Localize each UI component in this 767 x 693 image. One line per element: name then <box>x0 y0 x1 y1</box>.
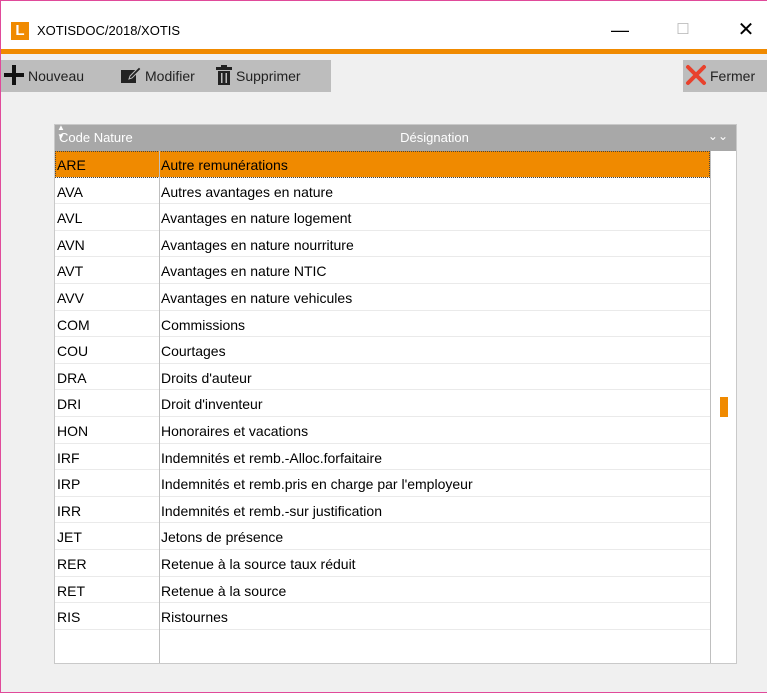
delete-button[interactable]: Supprimer <box>213 60 331 92</box>
cell-designation: Autre remunérations <box>161 157 288 173</box>
delete-button-label: Supprimer <box>236 68 301 84</box>
window-title: XOTISDOC/2018/XOTIS <box>37 23 181 38</box>
table-row[interactable]: COM Commissions <box>55 311 710 338</box>
table-row[interactable]: JET Jetons de présence <box>55 523 710 550</box>
cell-designation: Retenue à la source taux réduit <box>161 555 356 572</box>
cell-code: DRI <box>57 396 82 413</box>
toolbar: Nouveau Modifier Supprimer Fermer <box>1 54 767 98</box>
new-button[interactable]: Nouveau <box>1 60 118 92</box>
cell-code: AVA <box>57 183 83 200</box>
vertical-scrollbar[interactable] <box>710 151 736 663</box>
table-row[interactable]: IRF Indemnités et remb.-Alloc.forfaitaire <box>55 444 710 471</box>
cell-code: JET <box>57 529 82 546</box>
grid-rows: ARE Autre remunérations AVA Autres avantage… <box>55 151 710 630</box>
table-row[interactable]: RET Retenue à la source <box>55 577 710 604</box>
cell-code: HON <box>57 422 89 439</box>
plus-icon <box>3 64 25 89</box>
cell-code: COU <box>57 343 89 360</box>
table-row[interactable]: AVV Avantages en nature vehicules <box>55 284 710 311</box>
table-row[interactable]: ARE Autre remunérations <box>55 151 710 178</box>
cell-code: ARE <box>57 157 86 173</box>
cell-code: RET <box>57 582 85 599</box>
cell-designation: Avantages en nature NTIC <box>161 263 327 280</box>
cell-designation: Indemnités et remb.pris en charge par l'… <box>161 476 473 493</box>
cell-designation: Avantages en nature logement <box>161 210 352 227</box>
column-divider <box>159 151 160 663</box>
cell-code: IRF <box>57 449 80 466</box>
table-row[interactable]: COU Courtages <box>55 337 710 364</box>
expand-icon[interactable]: ⌄⌄ <box>708 129 728 143</box>
scrollbar-thumb[interactable] <box>720 397 728 417</box>
column-header-code[interactable]: Code Nature <box>59 130 133 145</box>
cell-code: AVN <box>57 236 85 253</box>
close-x-icon <box>685 64 707 89</box>
cell-designation: Commissions <box>161 316 246 333</box>
table-row[interactable]: RER Retenue à la source taux réduit <box>55 550 710 577</box>
table-row[interactable]: AVL Avantages en nature logement <box>55 204 710 231</box>
table-row[interactable]: AVA Autres avantages en nature <box>55 178 710 205</box>
table-row[interactable]: DRI Droit d'inventeur <box>55 390 710 417</box>
close-button[interactable]: Fermer <box>683 60 767 92</box>
modify-button-label: Modifier <box>145 68 195 84</box>
close-button-label: Fermer <box>710 68 756 84</box>
new-button-label: Nouveau <box>28 68 85 84</box>
table-row[interactable]: AVT Avantages en nature NTIC <box>55 257 710 284</box>
cell-designation: Ristournes <box>161 609 228 626</box>
cell-designation: Indemnités et remb.-Alloc.forfaitaire <box>161 449 382 466</box>
table-row[interactable]: HON Honoraires et vacations <box>55 417 710 444</box>
modify-button[interactable]: Modifier <box>118 60 213 92</box>
cell-designation: Droits d'auteur <box>161 369 252 386</box>
cell-designation: Retenue à la source <box>161 582 287 599</box>
cell-designation: Honoraires et vacations <box>161 422 309 439</box>
close-window-button[interactable]: ✕ <box>723 15 767 45</box>
cell-designation: Autres avantages en nature <box>161 183 334 200</box>
cell-code: DRA <box>57 369 87 386</box>
cell-code: AVV <box>57 289 84 306</box>
trash-icon <box>215 64 233 89</box>
app-logo-icon: L <box>11 22 29 40</box>
cell-code: IRR <box>57 502 82 519</box>
cell-code: COM <box>57 316 90 333</box>
table-row[interactable]: IRP Indemnités et remb.pris en charge par… <box>55 470 710 497</box>
table-row[interactable]: RIS Ristournes <box>55 603 710 630</box>
cell-designation: Avantages en nature nourriture <box>161 236 354 253</box>
cell-designation: Jetons de présence <box>161 529 284 546</box>
maximize-button[interactable]: ☐ <box>660 15 706 45</box>
grid-header: ▲ ▼ Code Nature Désignation ⌄⌄ <box>55 123 736 151</box>
cell-designation: Avantages en nature vehicules <box>161 289 353 306</box>
cell-designation: Droit d'inventeur <box>161 396 263 413</box>
cell-code: AVL <box>57 210 83 227</box>
application-window: L XOTISDOC/2018/XOTIS — ☐ ✕ Nouveau Modi… <box>0 0 767 693</box>
table-row[interactable]: DRA Droits d'auteur <box>55 364 710 391</box>
table-row[interactable]: AVN Avantages en nature nourriture <box>55 231 710 258</box>
table-row[interactable]: IRR Indemnités et remb.-sur justification <box>55 497 710 524</box>
cell-code: AVT <box>57 263 84 280</box>
cell-code: IRP <box>57 476 81 493</box>
title-bar[interactable]: L XOTISDOC/2018/XOTIS — ☐ ✕ <box>1 1 767 49</box>
column-header-designation[interactable]: Désignation <box>159 130 710 145</box>
minimize-button[interactable]: — <box>597 15 643 45</box>
cell-designation: Courtages <box>161 343 226 360</box>
nature-grid: ▲ ▼ Code Nature Désignation ⌄⌄ ARE Autre r… <box>54 123 737 664</box>
cell-designation: Indemnités et remb.-sur justification <box>161 502 382 519</box>
cell-code: RER <box>57 555 87 572</box>
edit-icon <box>120 65 142 88</box>
cell-code: RIS <box>57 609 81 626</box>
